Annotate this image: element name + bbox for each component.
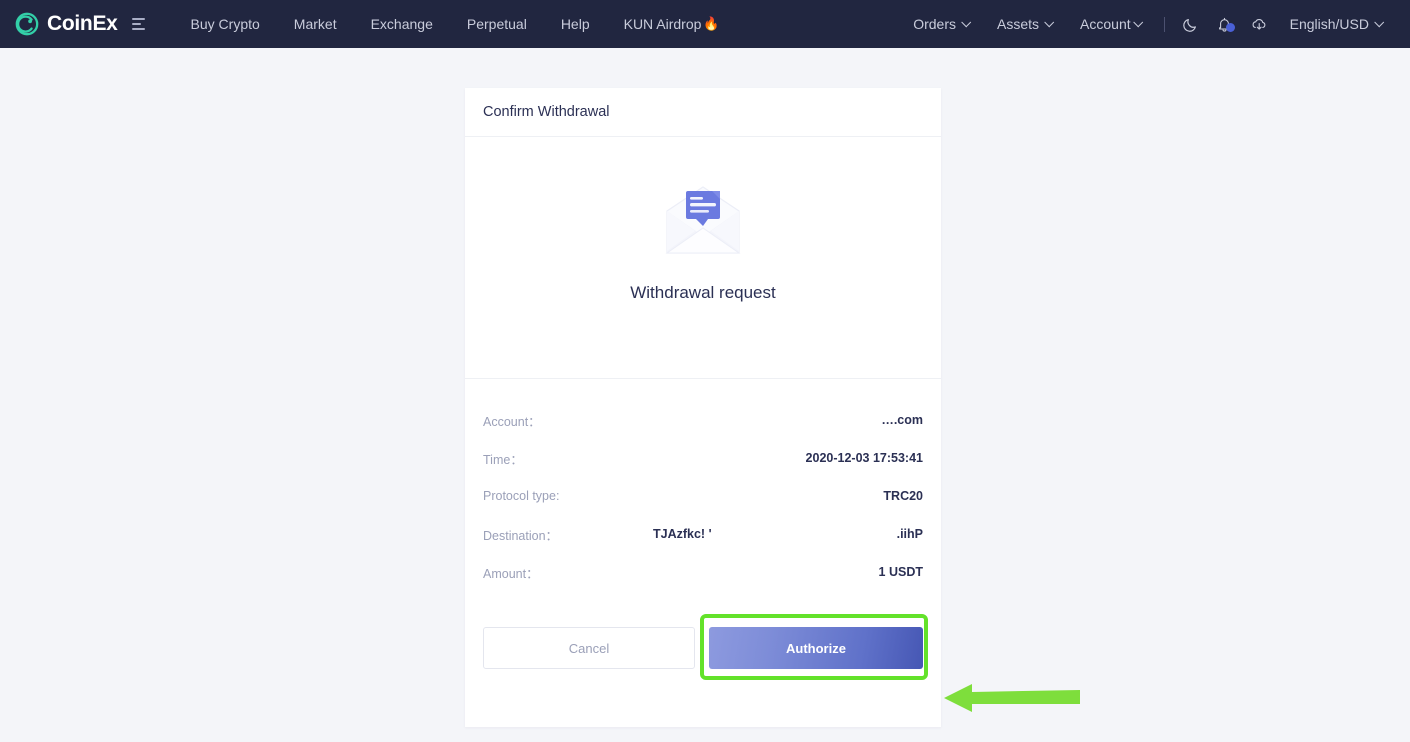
chevron-down-icon [1044, 17, 1054, 27]
top-navigation-bar: CoinEx Buy Crypto Market Exchange Perpet… [0, 0, 1410, 48]
detail-row-destination: Destination： TJAzfkc! ' .iihP [483, 515, 923, 553]
email-envelope-illustration [659, 181, 747, 259]
notification-badge [1226, 23, 1235, 32]
hero-caption: Withdrawal request [630, 283, 776, 303]
nav-item-account[interactable]: Account [1066, 0, 1155, 48]
orders-label: Orders [913, 0, 956, 48]
cloud-download-icon[interactable] [1242, 7, 1276, 41]
menu-line-2 [132, 23, 141, 25]
destination-value-start: TJAzfkc! ' [653, 527, 712, 541]
protocol-type-label: Protocol type: [483, 489, 559, 503]
menu-line-3 [132, 28, 145, 30]
time-label: Time： [483, 449, 523, 468]
language-currency-label: English/USD [1290, 0, 1369, 48]
nav-item-kun-airdrop[interactable]: KUN Airdrop 🔥 [607, 0, 737, 48]
account-label: Account [1080, 0, 1131, 48]
coinex-logo[interactable]: CoinEx [14, 11, 118, 37]
nav-item-language-currency[interactable]: English/USD [1276, 0, 1396, 48]
protocol-type-value: TRC20 [883, 489, 923, 503]
chevron-down-icon [1133, 17, 1143, 27]
nav-item-orders[interactable]: Orders [899, 0, 983, 48]
detail-row-amount: Amount： 1 USDT [483, 553, 923, 591]
destination-value-end: .iihP [897, 527, 923, 541]
time-value: 2020-12-03 17:53:41 [806, 451, 923, 465]
account-label: Account： [483, 411, 541, 430]
chevron-down-icon [1374, 17, 1384, 27]
menu-line-1 [132, 18, 145, 20]
notification-bell-icon[interactable] [1208, 7, 1242, 41]
nav-item-exchange[interactable]: Exchange [354, 0, 450, 48]
confirm-withdrawal-card: Confirm Withdrawal Withdrawal requ [465, 88, 941, 727]
flame-icon: 🔥 [703, 0, 719, 48]
cancel-button[interactable]: Cancel [483, 627, 695, 669]
page-body: Confirm Withdrawal Withdrawal requ [0, 48, 1410, 742]
destination-label: Destination： [483, 525, 558, 544]
dark-mode-moon-icon[interactable] [1174, 7, 1208, 41]
nav-item-perpetual[interactable]: Perpetual [450, 0, 544, 48]
nav-divider [1164, 17, 1165, 32]
nav-item-market[interactable]: Market [277, 0, 354, 48]
primary-nav-links: Buy Crypto Market Exchange Perpetual Hel… [174, 0, 737, 48]
amount-value: 1 USDT [879, 565, 923, 579]
kun-airdrop-label: KUN Airdrop [624, 0, 702, 48]
nav-item-help[interactable]: Help [544, 0, 607, 48]
assets-label: Assets [997, 0, 1039, 48]
authorize-button[interactable]: Authorize [709, 627, 923, 669]
nav-item-assets[interactable]: Assets [983, 0, 1066, 48]
page-title: Confirm Withdrawal [483, 104, 610, 120]
card-header: Confirm Withdrawal [465, 88, 941, 137]
secondary-nav-links: Orders Assets Account [899, 0, 1396, 48]
nav-item-buy-crypto[interactable]: Buy Crypto [174, 0, 277, 48]
detail-row-account: Account： ….com [483, 401, 923, 439]
coinex-logo-text: CoinEx [47, 12, 118, 36]
destination-value: TJAzfkc! ' .iihP [653, 527, 923, 541]
detail-row-time: Time： 2020-12-03 17:53:41 [483, 439, 923, 477]
coinex-logo-icon [14, 11, 40, 37]
annotation-arrow-left-icon [942, 678, 1082, 718]
detail-row-protocol-type: Protocol type: TRC20 [483, 477, 923, 515]
withdrawal-details: Account： ….com Time： 2020-12-03 17:53:41… [465, 379, 941, 591]
amount-label: Amount： [483, 563, 539, 582]
list-menu-icon[interactable] [132, 11, 158, 37]
authorize-button-wrapper: Authorize [709, 627, 923, 669]
chevron-down-icon [961, 17, 971, 27]
cloud-download-glyph [1250, 16, 1268, 33]
hero-section: Withdrawal request [465, 137, 941, 379]
card-actions: Cancel Authorize [465, 591, 941, 669]
moon-glyph [1182, 16, 1199, 33]
account-value: ….com [881, 413, 923, 427]
